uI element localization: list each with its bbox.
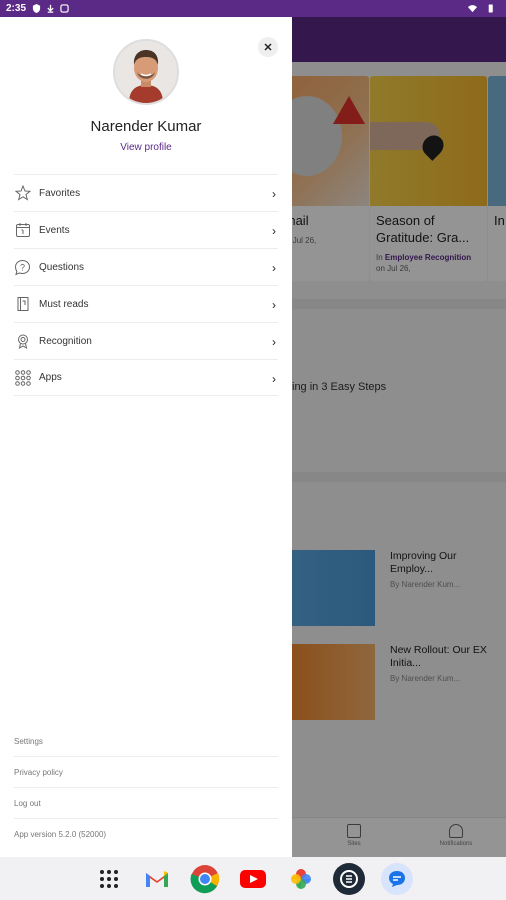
status-time: 2:35 xyxy=(6,3,27,14)
messages-icon[interactable] xyxy=(381,862,413,895)
avatar[interactable] xyxy=(113,39,179,105)
close-icon xyxy=(264,43,272,51)
menu-item-label: Events xyxy=(39,224,70,236)
chevron-right-icon: › xyxy=(272,372,276,386)
menu-item-label: Apps xyxy=(39,372,62,383)
drawer-menu: Favorites › Events › ? Questions › Must … xyxy=(0,174,292,396)
chrome-icon[interactable] xyxy=(189,863,221,895)
app-icon[interactable] xyxy=(333,862,365,895)
close-drawer-button[interactable] xyxy=(258,37,278,57)
youtube-icon[interactable] xyxy=(237,863,269,895)
menu-item-label: Recognition xyxy=(39,335,92,347)
settings-link[interactable]: Settings xyxy=(14,726,278,757)
download-icon xyxy=(47,4,54,13)
app-notification-icon xyxy=(60,4,69,13)
photos-icon[interactable] xyxy=(285,863,317,895)
calendar-icon xyxy=(14,222,31,239)
logout-link[interactable]: Log out xyxy=(14,788,278,819)
award-icon xyxy=(14,333,31,350)
app-drawer-icon[interactable] xyxy=(93,863,125,895)
gmail-icon[interactable] xyxy=(141,863,173,895)
chevron-right-icon: › xyxy=(272,187,276,201)
battery-icon xyxy=(488,4,493,13)
chevron-right-icon: › xyxy=(272,335,276,349)
avatar-photo xyxy=(115,41,177,103)
menu-item-must-reads[interactable]: Must reads › xyxy=(14,285,278,322)
chevron-right-icon: › xyxy=(272,261,276,275)
star-icon xyxy=(14,185,31,202)
profile-name: Narender Kumar xyxy=(90,118,202,135)
menu-item-events[interactable]: Events › xyxy=(14,211,278,248)
svg-text:?: ? xyxy=(20,262,25,272)
menu-item-questions[interactable]: ? Questions › xyxy=(14,248,278,285)
wifi-icon xyxy=(468,5,477,13)
drawer-footer: Settings Privacy policy Log out App vers… xyxy=(14,726,278,850)
menu-item-apps[interactable]: Apps › xyxy=(14,359,278,396)
taskbar-dock xyxy=(0,857,506,900)
privacy-policy-link[interactable]: Privacy policy xyxy=(14,757,278,788)
shield-icon xyxy=(32,4,41,13)
menu-item-label: Questions xyxy=(39,261,85,273)
view-profile-link[interactable]: View profile xyxy=(0,142,292,153)
menu-item-recognition[interactable]: Recognition › xyxy=(14,322,278,359)
chevron-right-icon: › xyxy=(272,224,276,238)
apps-grid-icon xyxy=(14,369,31,386)
status-bar: 2:35 xyxy=(0,0,506,17)
question-icon: ? xyxy=(14,259,31,276)
app-version: App version 5.2.0 (52000) xyxy=(14,830,107,839)
menu-item-favorites[interactable]: Favorites › xyxy=(14,174,278,211)
menu-item-label: Favorites xyxy=(39,187,81,199)
chevron-right-icon: › xyxy=(272,298,276,312)
menu-item-label: Must reads xyxy=(39,298,89,310)
navigation-drawer: Narender Kumar View profile Favorites › … xyxy=(0,17,292,857)
book-icon xyxy=(14,296,31,313)
